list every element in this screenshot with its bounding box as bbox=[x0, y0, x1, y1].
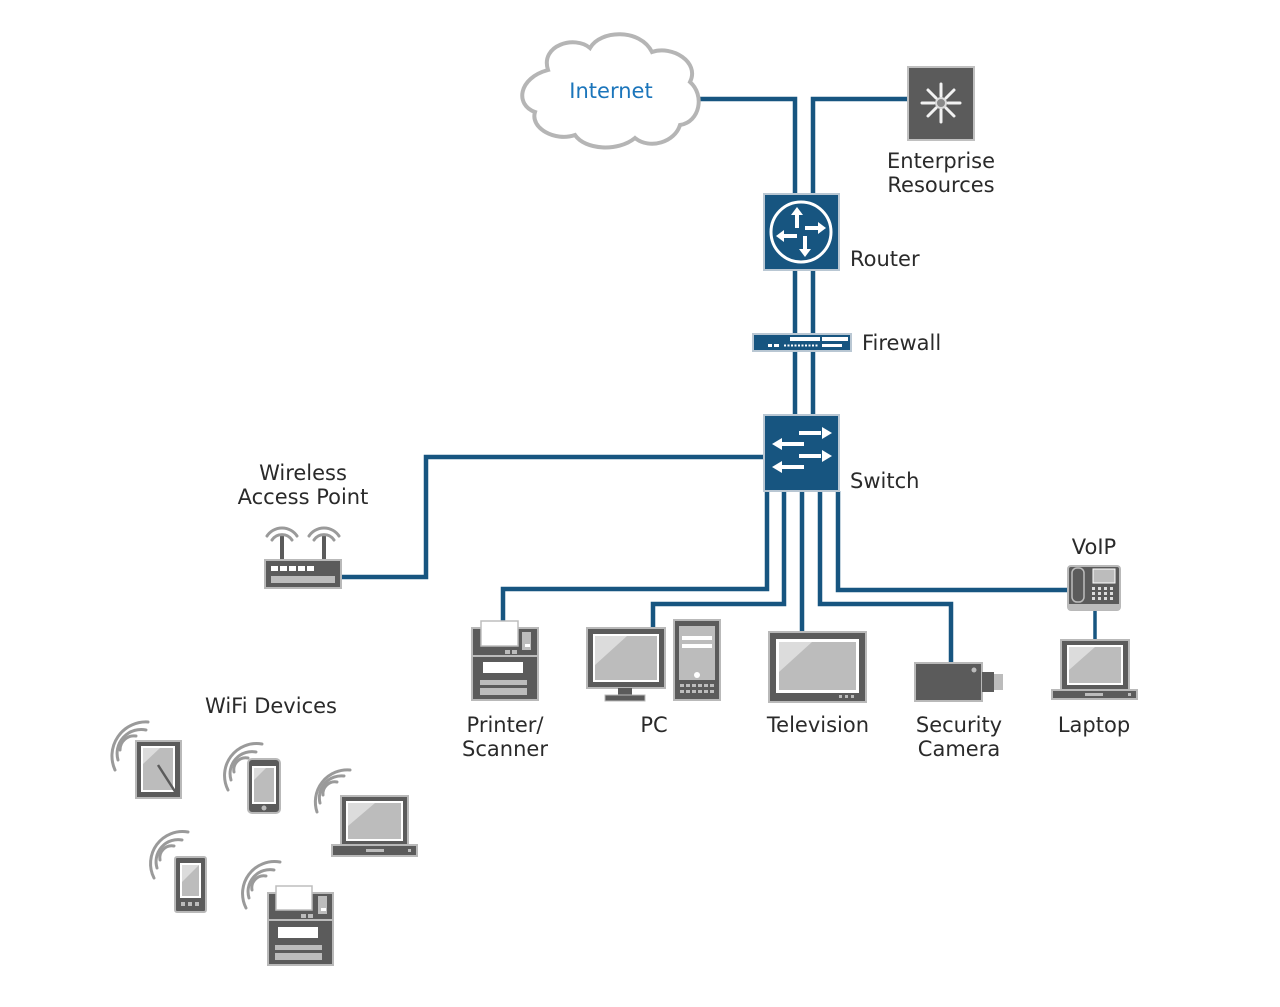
enterprise-label-line1: Enterprise bbox=[887, 149, 995, 173]
printer-label-line1: Printer/ bbox=[467, 713, 545, 737]
enterprise-label-line2: Resources bbox=[887, 173, 994, 197]
switch-label: Switch bbox=[850, 469, 919, 493]
server-hub-icon bbox=[907, 66, 975, 141]
link-switch-voip bbox=[835, 491, 1068, 593]
television-icon bbox=[768, 631, 867, 703]
printer-icon bbox=[471, 620, 539, 701]
wap-label-line2: Access Point bbox=[238, 485, 369, 509]
wifi-laptop-icon bbox=[313, 768, 418, 857]
security-camera-node[interactable]: Security Camera bbox=[914, 662, 1003, 761]
wifi-printer-icon bbox=[241, 860, 334, 966]
laptop-node[interactable]: Laptop bbox=[1051, 639, 1138, 737]
firewall-node[interactable]: Firewall bbox=[752, 331, 941, 355]
pc-node[interactable]: PC bbox=[586, 619, 721, 737]
switch-node[interactable]: Switch bbox=[763, 414, 919, 493]
firewall-label: Firewall bbox=[862, 331, 941, 355]
wifi-devices-label: WiFi Devices bbox=[205, 694, 337, 718]
wifi-tablet-icon bbox=[110, 720, 182, 799]
link-internet-router bbox=[700, 96, 798, 195]
laptop-label: Laptop bbox=[1058, 713, 1130, 737]
firewall-icon bbox=[752, 333, 852, 352]
printer-scanner-node[interactable]: Printer/ Scanner bbox=[462, 620, 548, 761]
voip-label: VoIP bbox=[1072, 535, 1116, 559]
network-diagram: Internet Enterprise Resources Router Fir… bbox=[110, 32, 1138, 966]
television-label: Television bbox=[766, 713, 869, 737]
camera-label-line2: Camera bbox=[918, 737, 1000, 761]
pc-label: PC bbox=[640, 713, 667, 737]
security-camera-icon bbox=[914, 662, 1003, 702]
router-node[interactable]: Router bbox=[763, 193, 920, 271]
link-switch-pc bbox=[650, 491, 787, 629]
wifi-smartphone-icon bbox=[223, 742, 281, 814]
internet-label: Internet bbox=[569, 79, 652, 103]
camera-label-line1: Security bbox=[916, 713, 1002, 737]
wireless-access-point-node[interactable]: Wireless Access Point bbox=[238, 461, 369, 589]
switch-icon bbox=[763, 414, 840, 492]
laptop-icon bbox=[1051, 639, 1138, 700]
voip-phone-icon bbox=[1067, 565, 1121, 611]
internet-node[interactable]: Internet bbox=[520, 32, 701, 150]
desktop-pc-icon bbox=[586, 619, 721, 702]
enterprise-resources-node[interactable]: Enterprise Resources bbox=[887, 66, 995, 197]
router-icon bbox=[763, 193, 840, 271]
wifi-smartphone-icon bbox=[149, 830, 207, 913]
wifi-devices-group[interactable]: WiFi Devices bbox=[110, 694, 418, 966]
link-switch-wap bbox=[341, 454, 764, 580]
wireless-router-icon bbox=[264, 526, 342, 589]
voip-node[interactable]: VoIP bbox=[1067, 535, 1121, 611]
printer-label-line2: Scanner bbox=[462, 737, 548, 761]
television-node[interactable]: Television bbox=[766, 631, 869, 737]
router-label: Router bbox=[850, 247, 920, 271]
wap-label-line1: Wireless bbox=[259, 461, 347, 485]
